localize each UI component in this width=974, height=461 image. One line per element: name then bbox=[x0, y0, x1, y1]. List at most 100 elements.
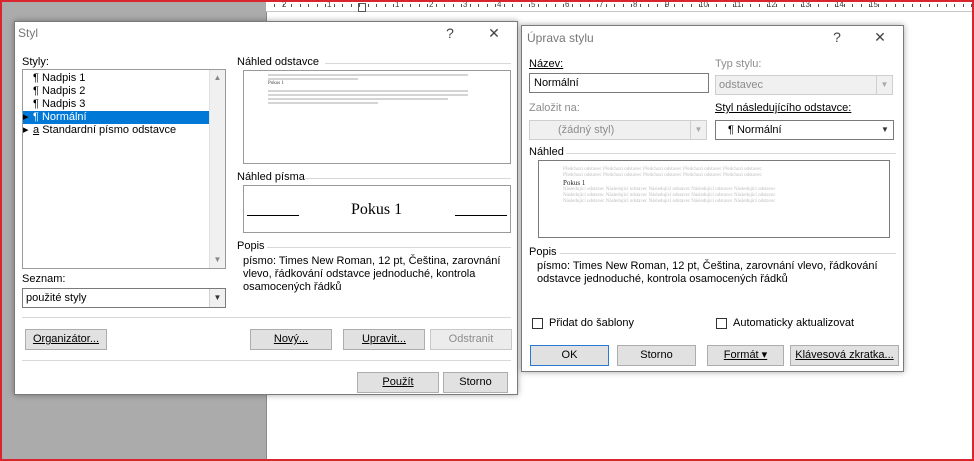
organizer-button[interactable]: Organizátor... bbox=[25, 329, 107, 350]
based-on-value: (žádný styl) bbox=[558, 124, 615, 136]
list-item[interactable]: ▸ a Standardní písmo odstavce bbox=[23, 124, 209, 137]
style-preview: Předchozí odstavec Předchozí odstavec Př… bbox=[538, 160, 890, 238]
paragraph-mark-icon: ¶ bbox=[33, 98, 39, 110]
chevron-down-icon[interactable]: ▼ bbox=[690, 121, 706, 139]
cancel-button[interactable]: Storno bbox=[617, 345, 696, 366]
expander-icon[interactable]: ▸ bbox=[23, 124, 33, 137]
preview-following-line: Následující odstavec Následující odstave… bbox=[563, 199, 776, 204]
group-divider bbox=[305, 178, 511, 179]
preview-line bbox=[268, 102, 378, 104]
based-on-select[interactable]: (žádný styl) ▼ bbox=[529, 120, 707, 140]
name-input[interactable]: Normální bbox=[529, 73, 709, 93]
paragraph-preview-label: Náhled odstavce bbox=[237, 56, 319, 68]
ruler-tick bbox=[767, 4, 768, 7]
styles-list[interactable]: ¶ Nadpis 1 ¶ Nadpis 2 ¶ Nadpis 3 ▸ ¶ Norm… bbox=[22, 69, 226, 269]
seznam-value: použité styly bbox=[26, 292, 87, 304]
ruler-tick bbox=[665, 4, 666, 7]
paragraph-mark-icon: ¶ bbox=[33, 72, 39, 84]
shortcut-key-button[interactable]: Klávesová zkratka... bbox=[790, 345, 899, 366]
cancel-button[interactable]: Storno bbox=[443, 372, 508, 393]
ruler-tick bbox=[367, 4, 369, 7]
font-sample-text: Pokus 1 bbox=[351, 201, 403, 218]
ruler-tick bbox=[393, 4, 394, 7]
expander-icon[interactable]: ▸ bbox=[23, 111, 33, 124]
preview-main-text: Pokus 1 bbox=[268, 81, 284, 86]
ruler-tick bbox=[512, 4, 513, 7]
ruler-tick bbox=[274, 4, 275, 7]
paragraph-mark-icon: ¶ bbox=[33, 85, 39, 97]
based-on-label: Založit na: bbox=[529, 102, 580, 114]
next-style-select[interactable]: ¶ Normální ▼ bbox=[715, 120, 894, 140]
style-name: Standardní písmo odstavce bbox=[42, 124, 177, 136]
ruler-tick bbox=[699, 4, 700, 7]
ruler-tick bbox=[571, 4, 573, 7]
ruler-number: 1 bbox=[327, 0, 332, 9]
chevron-down-icon[interactable]: ▼ bbox=[209, 289, 225, 307]
ruler-tick bbox=[410, 4, 411, 7]
preview-line bbox=[268, 94, 468, 96]
close-button[interactable]: ✕ bbox=[483, 24, 505, 42]
styles-scrollbar[interactable]: ▲ ▼ bbox=[209, 70, 225, 268]
ruler-tick bbox=[971, 4, 972, 7]
group-divider bbox=[560, 253, 896, 254]
format-menu-button[interactable]: Formát ▾ bbox=[707, 345, 784, 366]
ruler-tick bbox=[316, 4, 318, 7]
close-button[interactable]: ✕ bbox=[869, 28, 891, 46]
modify-style-button[interactable]: Upravit... bbox=[343, 329, 425, 350]
seznam-label: Seznam: bbox=[22, 273, 66, 285]
group-divider bbox=[566, 153, 896, 154]
list-item[interactable]: ¶ Nadpis 3 bbox=[23, 98, 209, 111]
ruler-tick bbox=[707, 4, 709, 7]
ruler-tick bbox=[580, 4, 581, 7]
description-line: písmo: Times New Roman, 12 pt, Čeština, … bbox=[537, 260, 878, 272]
preview-filler-line: Předchozí odstavec Předchozí odstavec Př… bbox=[563, 167, 762, 172]
preview-line bbox=[268, 98, 448, 100]
ruler-tick bbox=[299, 4, 301, 7]
name-label: Název: bbox=[529, 58, 564, 70]
chevron-down-icon[interactable]: ▼ bbox=[876, 76, 892, 94]
ruler-tick bbox=[928, 4, 930, 7]
ruler-tick bbox=[954, 4, 955, 7]
styles-label: Styly: bbox=[22, 56, 49, 68]
scroll-down-icon[interactable]: ▼ bbox=[210, 252, 225, 268]
help-button[interactable]: ? bbox=[439, 24, 461, 42]
scroll-up-icon[interactable]: ▲ bbox=[210, 70, 225, 86]
style-type-select[interactable]: odstavec ▼ bbox=[715, 75, 893, 95]
apply-button[interactable]: Použít bbox=[357, 372, 439, 393]
preview-line bbox=[268, 74, 468, 76]
seznam-select[interactable]: použité styly ▼ bbox=[22, 288, 226, 308]
ruler-tick bbox=[937, 4, 938, 7]
list-item[interactable]: ▸ ¶ Normální bbox=[23, 111, 209, 124]
ok-button[interactable]: OK bbox=[530, 345, 609, 366]
ruler-tick bbox=[529, 4, 530, 7]
button-label: Storno bbox=[459, 376, 492, 388]
ruler-number: 3 bbox=[463, 0, 468, 9]
list-item[interactable]: ¶ Nadpis 1 bbox=[23, 72, 209, 85]
delete-style-button[interactable]: Odstranit bbox=[430, 329, 512, 350]
help-button[interactable]: ? bbox=[826, 28, 848, 46]
name-value: Normální bbox=[534, 77, 579, 89]
ruler-tick bbox=[945, 4, 947, 7]
ruler-tick bbox=[563, 4, 564, 7]
button-label: Upravit... bbox=[361, 333, 406, 345]
ruler-tick bbox=[461, 4, 462, 7]
ruler-tick bbox=[427, 4, 428, 7]
new-style-button[interactable]: Nový... bbox=[250, 329, 332, 350]
list-item[interactable]: ¶ Nadpis 2 bbox=[23, 85, 209, 98]
ruler-tick bbox=[724, 4, 726, 7]
auto-update-checkbox[interactable] bbox=[716, 318, 727, 329]
add-to-template-checkbox[interactable] bbox=[532, 318, 543, 329]
ruler-tick bbox=[597, 4, 598, 7]
ruler-tick bbox=[554, 4, 556, 7]
ruler-tick bbox=[333, 4, 335, 7]
horizontal-ruler[interactable]: 2 1 1 2 3 4 5 6 7 8 9 10 11 12 13 14 15 bbox=[266, 0, 974, 12]
chevron-down-icon[interactable]: ▼ bbox=[877, 121, 893, 139]
ruler-tick bbox=[605, 4, 607, 7]
ruler-tick bbox=[741, 4, 743, 7]
font-preview-label: Náhled písma bbox=[237, 171, 305, 183]
ruler-tick bbox=[614, 4, 615, 7]
ruler-tick bbox=[308, 4, 309, 7]
button-label: OK bbox=[561, 349, 578, 361]
button-label: Nový... bbox=[273, 333, 309, 345]
popis-label: Popis bbox=[529, 246, 557, 258]
